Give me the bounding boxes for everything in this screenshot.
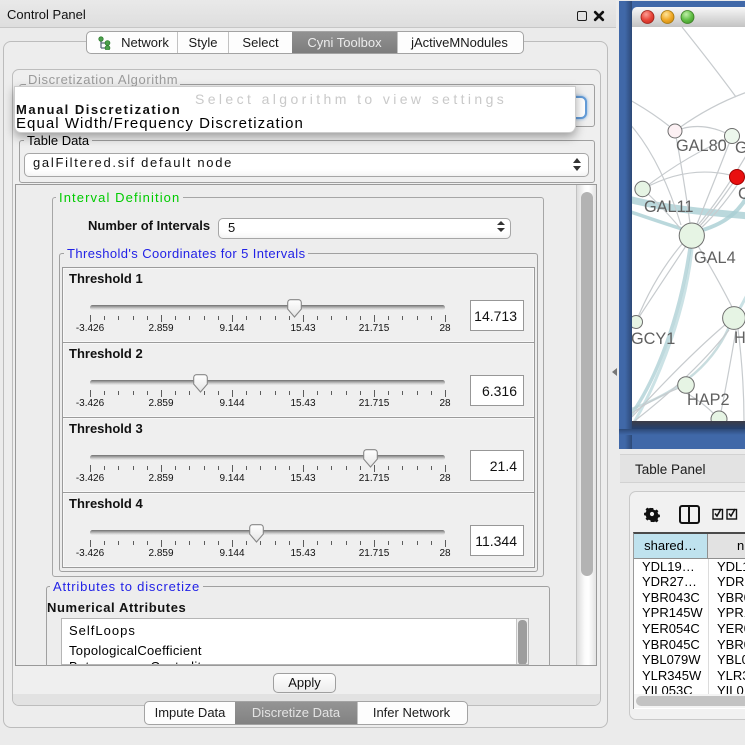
svg-text:GAL11: GAL11 <box>644 198 693 216</box>
svg-text:H: H <box>734 329 745 347</box>
svg-text:GAL4: GAL4 <box>694 249 736 267</box>
svg-text:HAP2: HAP2 <box>687 391 730 409</box>
svg-text:C: C <box>738 185 745 203</box>
svg-text:GAL80: GAL80 <box>676 137 727 155</box>
svg-text:GCY1: GCY1 <box>632 330 675 348</box>
svg-text:GA: GA <box>735 139 745 157</box>
